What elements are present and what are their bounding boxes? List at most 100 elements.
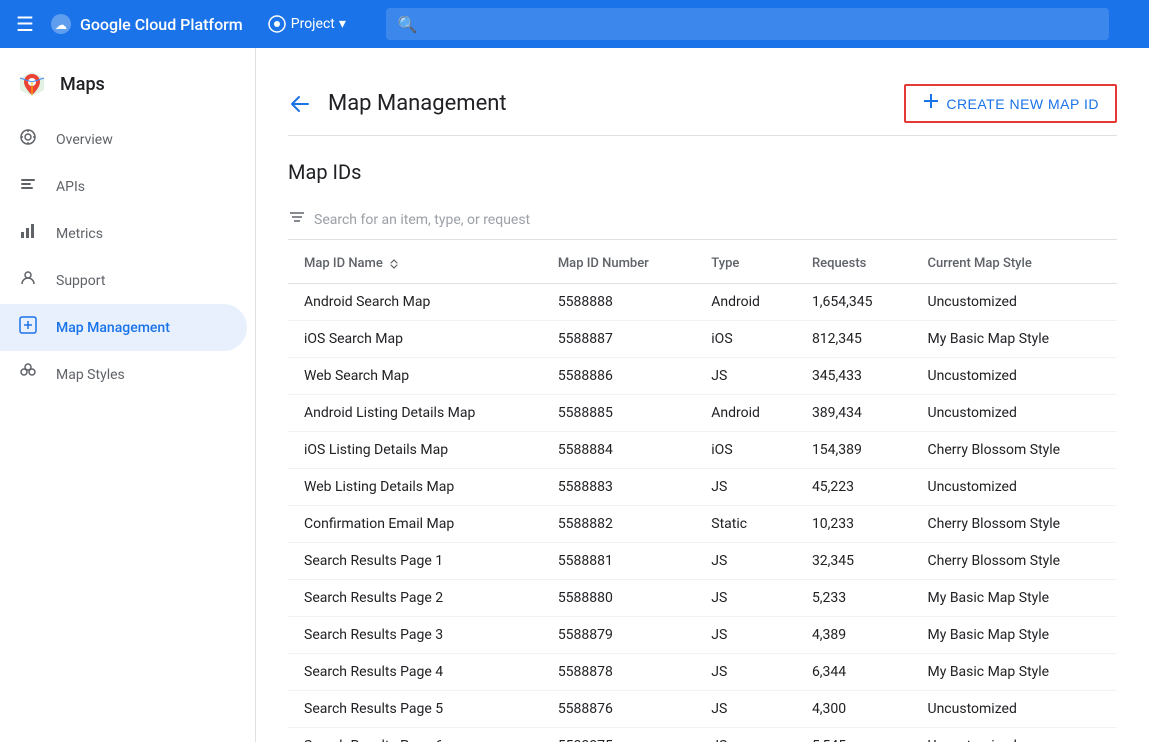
cell-requests: 10,233	[796, 506, 912, 543]
table-header: Map ID Name Map ID Number Type Requests …	[288, 244, 1117, 284]
cell-type: JS	[695, 358, 796, 395]
sidebar-item-overview-label: Overview	[56, 132, 113, 148]
cell-style: Cherry Blossom Style	[912, 432, 1118, 469]
cell-number: 5588883	[542, 469, 695, 506]
cell-name: iOS Search Map	[288, 321, 542, 358]
cell-style: My Basic Map Style	[912, 654, 1118, 691]
sidebar-item-support[interactable]: Support	[0, 257, 247, 304]
cell-type: JS	[695, 543, 796, 580]
cell-requests: 32,345	[796, 543, 912, 580]
cell-style: My Basic Map Style	[912, 321, 1118, 358]
cell-style: Cherry Blossom Style	[912, 506, 1118, 543]
cell-requests: 812,345	[796, 321, 912, 358]
cell-type: JS	[695, 617, 796, 654]
sidebar-item-apis[interactable]: APIs	[0, 163, 247, 210]
cell-number: 5588879	[542, 617, 695, 654]
table-search-bar[interactable]: Search for an item, type, or request	[288, 200, 1117, 240]
table-row[interactable]: Android Search Map 5588888 Android 1,654…	[288, 284, 1117, 321]
col-header-type: Type	[695, 244, 796, 284]
table-row[interactable]: Android Listing Details Map 5588885 Andr…	[288, 395, 1117, 432]
cell-name: Android Listing Details Map	[288, 395, 542, 432]
cell-type: JS	[695, 469, 796, 506]
table-row[interactable]: Web Search Map 5588886 JS 345,433 Uncust…	[288, 358, 1117, 395]
create-new-map-id-button[interactable]: CREATE NEW MAP ID	[904, 84, 1117, 123]
support-icon	[16, 269, 40, 292]
sidebar-item-metrics[interactable]: Metrics	[0, 210, 247, 257]
sidebar-item-apis-label: APIs	[56, 179, 85, 195]
table-row[interactable]: Search Results Page 6 5588875 JS 5,545 U…	[288, 728, 1117, 742]
cell-type: Android	[695, 395, 796, 432]
map-ids-table: Map ID Name Map ID Number Type Requests …	[288, 244, 1117, 742]
table-row[interactable]: Search Results Page 4 5588878 JS 6,344 M…	[288, 654, 1117, 691]
cell-requests: 4,300	[796, 691, 912, 728]
col-header-number: Map ID Number	[542, 244, 695, 284]
search-icon: 🔍	[398, 15, 418, 34]
page-title: Map Management	[328, 91, 888, 116]
main-layout: Maps Overview APIs Metrics Support	[0, 48, 1149, 742]
table-row[interactable]: iOS Search Map 5588887 iOS 812,345 My Ba…	[288, 321, 1117, 358]
cell-type: Android	[695, 284, 796, 321]
search-placeholder-text: Search for an item, type, or request	[314, 212, 530, 228]
cell-name: Web Listing Details Map	[288, 469, 542, 506]
overview-icon	[16, 128, 40, 151]
cell-number: 5588886	[542, 358, 695, 395]
filter-icon	[288, 208, 306, 231]
cell-number: 5588884	[542, 432, 695, 469]
cell-requests: 389,434	[796, 395, 912, 432]
sidebar: Maps Overview APIs Metrics Support	[0, 48, 256, 742]
cell-requests: 5,233	[796, 580, 912, 617]
table-row[interactable]: iOS Listing Details Map 5588884 iOS 154,…	[288, 432, 1117, 469]
sidebar-item-map-management-label: Map Management	[56, 320, 170, 336]
cell-type: JS	[695, 580, 796, 617]
sidebar-item-map-management[interactable]: Map Management	[0, 304, 247, 351]
cell-type: iOS	[695, 432, 796, 469]
table-row[interactable]: Search Results Page 5 5588876 JS 4,300 U…	[288, 691, 1117, 728]
col-header-name[interactable]: Map ID Name	[288, 244, 542, 284]
search-bar[interactable]: 🔍	[386, 8, 1109, 40]
cell-type: JS	[695, 728, 796, 742]
sidebar-item-map-styles[interactable]: Map Styles	[0, 351, 247, 398]
menu-icon[interactable]: ☰	[16, 12, 34, 36]
cell-style: Cherry Blossom Style	[912, 543, 1118, 580]
cell-name: Search Results Page 6	[288, 728, 542, 742]
cell-name: Search Results Page 2	[288, 580, 542, 617]
cell-name: Search Results Page 3	[288, 617, 542, 654]
table-row[interactable]: Search Results Page 1 5588881 JS 32,345 …	[288, 543, 1117, 580]
cell-number: 5588885	[542, 395, 695, 432]
cell-type: Static	[695, 506, 796, 543]
section-title: Map IDs	[288, 160, 1117, 184]
cell-requests: 1,654,345	[796, 284, 912, 321]
cell-style: Uncustomized	[912, 358, 1118, 395]
svg-text:☁: ☁	[55, 18, 67, 32]
search-input[interactable]	[426, 16, 1097, 32]
cell-requests: 6,344	[796, 654, 912, 691]
project-selector[interactable]: Project ▾	[267, 14, 346, 34]
maps-app-icon	[16, 68, 48, 100]
create-button-label: CREATE NEW MAP ID	[946, 96, 1099, 112]
app-title: ☁ Google Cloud Platform	[50, 13, 243, 35]
sidebar-item-map-styles-label: Map Styles	[56, 367, 125, 383]
cell-requests: 5,545	[796, 728, 912, 742]
cell-style: Uncustomized	[912, 691, 1118, 728]
cell-number: 5588875	[542, 728, 695, 742]
sidebar-app-name: Maps	[60, 74, 105, 95]
sidebar-item-metrics-label: Metrics	[56, 226, 103, 242]
cell-style: Uncustomized	[912, 284, 1118, 321]
page-header: Map Management CREATE NEW MAP ID	[288, 72, 1117, 136]
cell-number: 5588887	[542, 321, 695, 358]
back-button[interactable]	[288, 92, 312, 116]
cell-name: Android Search Map	[288, 284, 542, 321]
table-row[interactable]: Search Results Page 3 5588879 JS 4,389 M…	[288, 617, 1117, 654]
table-row[interactable]: Search Results Page 2 5588880 JS 5,233 M…	[288, 580, 1117, 617]
table-row[interactable]: Web Listing Details Map 5588883 JS 45,22…	[288, 469, 1117, 506]
sidebar-item-overview[interactable]: Overview	[0, 116, 247, 163]
cell-requests: 154,389	[796, 432, 912, 469]
cell-number: 5588888	[542, 284, 695, 321]
cell-requests: 345,433	[796, 358, 912, 395]
table-row[interactable]: Confirmation Email Map 5588882 Static 10…	[288, 506, 1117, 543]
main-content: Map Management CREATE NEW MAP ID Map IDs…	[256, 48, 1149, 742]
cell-style: My Basic Map Style	[912, 580, 1118, 617]
cell-number: 5588882	[542, 506, 695, 543]
cell-type: JS	[695, 691, 796, 728]
top-bar: ☰ ☁ Google Cloud Platform Project ▾ 🔍	[0, 0, 1149, 48]
